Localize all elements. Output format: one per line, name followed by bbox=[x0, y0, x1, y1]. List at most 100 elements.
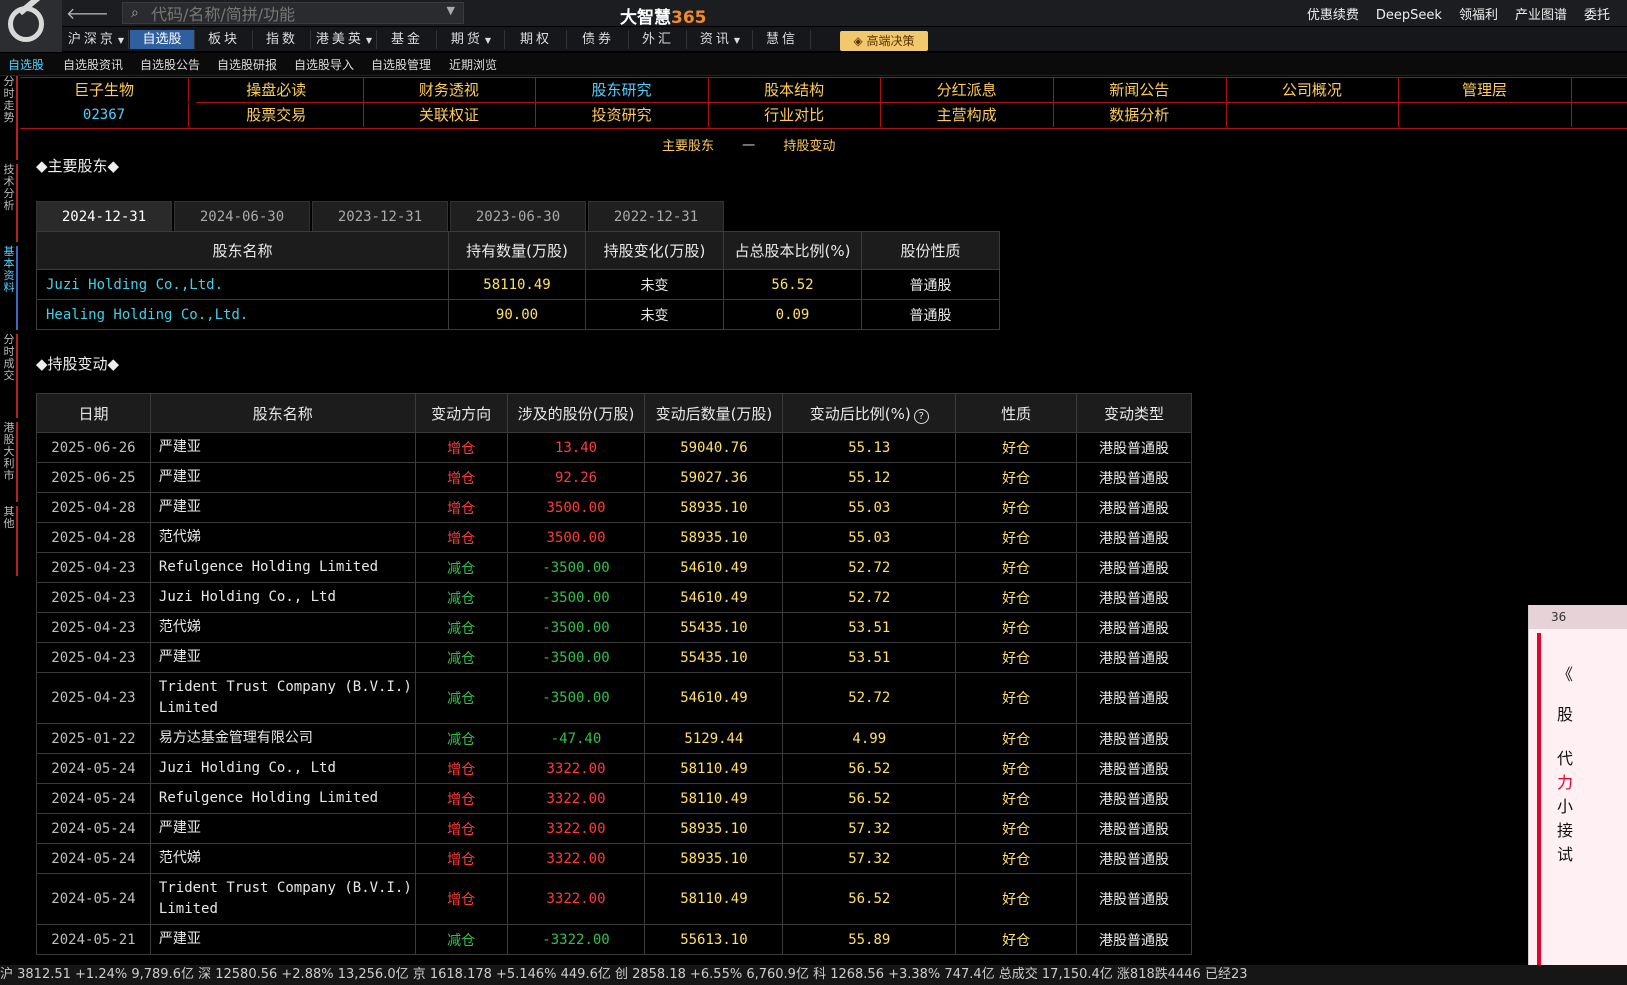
menu-item-2[interactable]: 板块 bbox=[196, 30, 253, 49]
table-row[interactable]: 2025-04-23 严建亚 减仓 -3500.00 55435.10 53.51 好仓 港股… bbox=[36, 642, 1192, 673]
nav-tab-row2-1[interactable]: 关联权证 bbox=[363, 103, 537, 127]
nav-tab-3[interactable]: 股本结构 bbox=[708, 78, 882, 102]
table-cell: Refulgence Holding Limited bbox=[149, 552, 416, 583]
table-cell: 54610.49 bbox=[644, 582, 784, 613]
date-tab-2[interactable]: 2023-12-31 bbox=[312, 201, 448, 231]
strip-item-6[interactable]: 近期浏览 bbox=[449, 56, 497, 73]
subnav-separator: 一 bbox=[742, 139, 756, 154]
table-row[interactable]: 2025-01-22 易方达基金管理有限公司 减仓 -47.40 5129.44 4.99… bbox=[36, 723, 1192, 754]
top-link[interactable]: DeepSeek bbox=[1376, 8, 1442, 23]
strip-item-4[interactable]: 自选股导入 bbox=[294, 56, 354, 73]
table-cell: 2025-04-23 bbox=[36, 582, 151, 613]
nav-tab-row2-3[interactable]: 行业对比 bbox=[708, 103, 882, 127]
top-link[interactable]: 委托 bbox=[1584, 8, 1610, 23]
nav-tab-row2-4[interactable]: 主营构成 bbox=[880, 103, 1054, 127]
help-icon[interactable]: ? bbox=[913, 408, 929, 424]
table-cell: 港股普通股 bbox=[1076, 843, 1192, 874]
nav-tab-4[interactable]: 分红派息 bbox=[880, 78, 1054, 102]
table-cell: 好仓 bbox=[955, 813, 1078, 844]
nav-tab-row2-6[interactable] bbox=[1226, 103, 1400, 127]
table-row[interactable]: 2025-06-26 严建亚 增仓 13.40 59040.76 55.13 好仓 港股普通股 bbox=[36, 432, 1192, 463]
top-link[interactable]: 产业图谱 bbox=[1515, 8, 1567, 23]
table-row[interactable]: 2025-04-23 Trident Trust Company (B.V.I.)… bbox=[36, 672, 1192, 724]
table-row[interactable]: 2025-04-23 Refulgence Holding Limited 减仓 -3… bbox=[36, 552, 1192, 583]
stock-nav-grid: 巨子生物 02367 操盘必读 财务透视 股东研究 股本结构 分红派息 新闻公告 公司概况管… bbox=[20, 77, 1627, 129]
menu-item-6[interactable]: 期货 ▼ bbox=[438, 30, 505, 49]
table-row[interactable]: 2025-04-23 Juzi Holding Co., Ltd 减仓 -3500.0… bbox=[36, 582, 1192, 613]
table-row[interactable]: 2024-05-24 Refulgence Holding Limited 增仓 33… bbox=[36, 783, 1192, 814]
nav-tab-0[interactable]: 操盘必读 bbox=[190, 78, 364, 102]
menu-item-8[interactable]: 债券 bbox=[568, 30, 629, 49]
column-header: 持股变化(万股) bbox=[585, 231, 724, 270]
premium-decision-button[interactable]: ◈ 高端决策 bbox=[840, 31, 928, 51]
table-row[interactable]: 2024-05-24 范代娣 增仓 3322.00 58935.10 57.32 好仓 港股普… bbox=[36, 843, 1192, 874]
table-row[interactable]: 2025-04-28 严建亚 增仓 3500.00 58935.10 55.03 好仓 港股普… bbox=[36, 492, 1192, 523]
menu-item-7[interactable]: 期权 bbox=[506, 30, 567, 49]
top-link[interactable]: 优惠续费 bbox=[1307, 8, 1359, 23]
table-cell: 好仓 bbox=[955, 783, 1078, 814]
strip-item-1[interactable]: 自选股资讯 bbox=[63, 56, 123, 73]
column-header: 持有数量(万股) bbox=[448, 231, 586, 270]
menu-item-3[interactable]: 指数 bbox=[254, 30, 311, 49]
strip-item-0[interactable]: 自选股 bbox=[8, 56, 44, 73]
table-cell: 普通股 bbox=[861, 269, 1000, 300]
nav-tab-5[interactable]: 新闻公告 bbox=[1053, 78, 1227, 102]
subnav-major-holders[interactable]: 主要股东 bbox=[662, 139, 714, 154]
subnav-holding-changes[interactable]: 持股变动 bbox=[783, 139, 835, 154]
menu-item-10[interactable]: 资讯 ▼ bbox=[688, 30, 753, 49]
table-row[interactable]: 2024-05-21 严建亚 减仓 -3322.00 55613.10 55.89 好仓 港股… bbox=[36, 924, 1192, 955]
table-row[interactable]: Healing Holding Co.,Ltd. 90.00 未变 0.09 普通股 bbox=[36, 299, 1000, 330]
search-input[interactable] bbox=[149, 4, 443, 24]
table-cell: -3500.00 bbox=[506, 612, 646, 643]
side-tab-1[interactable]: 技术分析 bbox=[2, 164, 18, 242]
menu-item-0[interactable]: 沪深京 ▼ bbox=[64, 30, 129, 49]
nav-tab-row2-0[interactable]: 股票交易 bbox=[190, 103, 364, 127]
date-tab-0[interactable]: 2024-12-31 bbox=[36, 201, 172, 231]
date-tab-1[interactable]: 2024-06-30 bbox=[174, 201, 310, 231]
table-row[interactable]: 2024-05-24 Trident Trust Company (B.V.I.)… bbox=[36, 873, 1192, 925]
table-row[interactable]: 2025-04-23 范代娣 减仓 -3500.00 55435.10 53.51 好仓 港股… bbox=[36, 612, 1192, 643]
nav-tab-2[interactable]: 股东研究 bbox=[535, 78, 709, 102]
table-cell: Trident Trust Company (B.V.I.) Limited bbox=[149, 873, 416, 925]
back-arrow-icon[interactable]: 🡐 bbox=[66, 4, 109, 23]
date-tab-3[interactable]: 2023-06-30 bbox=[450, 201, 586, 231]
side-tab-2[interactable]: 基本资料 bbox=[2, 246, 18, 330]
table-row[interactable]: 2024-05-24 严建亚 增仓 3322.00 58935.10 57.32 好仓 港股普… bbox=[36, 813, 1192, 844]
table-cell: 港股普通股 bbox=[1076, 813, 1192, 844]
top-link[interactable]: 领福利 bbox=[1459, 8, 1498, 23]
table-row[interactable]: 2025-06-25 严建亚 增仓 92.26 59027.36 55.12 好仓 港股普通股 bbox=[36, 462, 1192, 493]
table-cell: 13.40 bbox=[506, 432, 646, 463]
strip-item-2[interactable]: 自选股公告 bbox=[140, 56, 200, 73]
search-box[interactable]: ⌕ ▼ bbox=[122, 2, 464, 24]
nav-tab-row2-7[interactable] bbox=[1398, 103, 1572, 127]
side-tab-5[interactable]: 其他 bbox=[2, 506, 18, 576]
back-forward-nav[interactable]: 🡐 ▼ bbox=[66, 3, 112, 44]
table-row[interactable]: 2024-05-24 Juzi Holding Co., Ltd 增仓 3322.00… bbox=[36, 753, 1192, 784]
table-cell: 55.12 bbox=[782, 462, 957, 493]
app-title: 大智慧365 bbox=[620, 8, 707, 28]
menu-item-11[interactable]: 慧信 bbox=[754, 30, 811, 49]
nav-tab-row2-2[interactable]: 投资研究 bbox=[535, 103, 709, 127]
table-cell: 港股普通股 bbox=[1076, 462, 1192, 493]
nav-tab-row2-5[interactable]: 数据分析 bbox=[1053, 103, 1227, 127]
strip-item-5[interactable]: 自选股管理 bbox=[371, 56, 431, 73]
side-tab-4[interactable]: 港股大利市 bbox=[2, 422, 18, 502]
date-tab-4[interactable]: 2022-12-31 bbox=[588, 201, 724, 231]
side-tab-3[interactable]: 分时成交 bbox=[2, 334, 18, 418]
nav-tab-6[interactable]: 公司概况 bbox=[1226, 78, 1400, 102]
menu-item-9[interactable]: 外汇 bbox=[630, 30, 687, 49]
table-row[interactable]: 2025-04-28 范代娣 增仓 3500.00 58935.10 55.03 好仓 港股普… bbox=[36, 522, 1192, 553]
nav-tab-7[interactable]: 管理层 bbox=[1398, 78, 1572, 102]
menu-item-4[interactable]: 港美英 ▼ bbox=[312, 30, 377, 49]
table-cell: 2025-04-28 bbox=[36, 492, 151, 523]
table-row[interactable]: Juzi Holding Co.,Ltd. 58110.49 未变 56.52 普通股 bbox=[36, 269, 1000, 300]
menu-item-1[interactable]: 自选股 bbox=[130, 30, 195, 49]
search-dropdown-icon[interactable]: ▼ bbox=[447, 4, 455, 17]
app-logo-icon[interactable] bbox=[0, 0, 62, 52]
menu-item-label: 板块 bbox=[207, 32, 240, 47]
side-tab-0[interactable]: 分时走势 bbox=[2, 76, 18, 160]
floating-ad-panel[interactable]: 36 《股代力小接试 bbox=[1528, 605, 1627, 985]
strip-item-3[interactable]: 自选股研报 bbox=[217, 56, 277, 73]
menu-item-5[interactable]: 基金 bbox=[378, 30, 437, 49]
nav-tab-1[interactable]: 财务透视 bbox=[363, 78, 537, 102]
